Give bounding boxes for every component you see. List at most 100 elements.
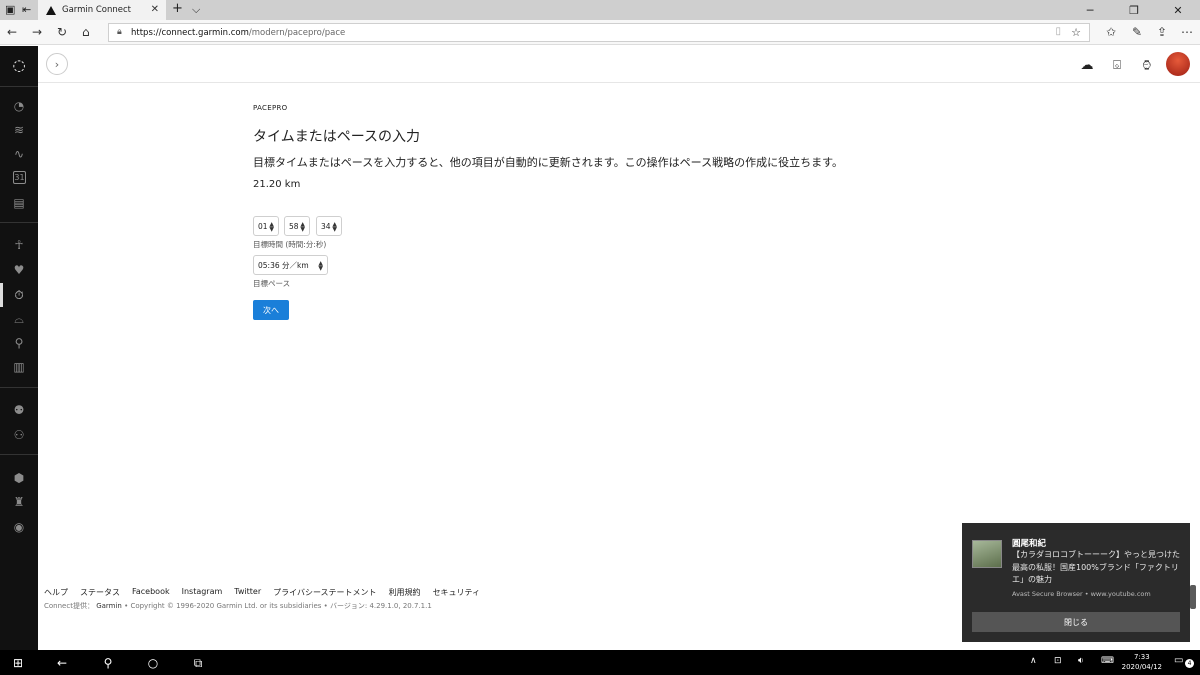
share-icon[interactable]: ⇪ [1157,25,1167,39]
layers-icon[interactable]: ≋ [11,122,27,138]
notification-message: 【カラダヨロコブトーーーク】やっと見つけた最高の私服！国産100%ブランド「ファ… [1012,550,1180,584]
toast-scroll-handle[interactable] [1190,585,1196,609]
section-eyebrow: PACEPRO [253,104,288,112]
action-center-icon[interactable]: ▭ [1174,655,1183,666]
footer-copyright: Connect提供： Garmin • Copyright © 1996-202… [44,601,432,611]
footer-link-instagram[interactable]: Instagram [182,587,223,598]
select-caret-icon: ▲ ▼ [332,221,337,233]
notification-close-button[interactable]: 閉じる [972,612,1180,632]
refresh-icon[interactable]: ↻ [57,25,67,39]
inbox-icon[interactable]: ⌺ [1108,56,1126,74]
notes-pen-icon[interactable]: ✎ [1132,25,1142,39]
search-icon[interactable]: ⚲ [100,655,116,671]
reports-icon[interactable]: ▥ [11,359,27,375]
target-pace-select[interactable]: 05:36 分／km ▲ ▼ [253,255,328,275]
target-hours-select[interactable]: 01 ▲ ▼ [253,216,279,236]
network-icon[interactable]: ⊡ [1054,656,1062,666]
taskbar-back-icon[interactable]: ← [54,655,70,671]
volume-icon[interactable]: 🔉︎ [1078,656,1084,666]
garmin-sidebar: ◌ ◔ ≋ ∿ 31 ▤ ☥ ♥ ⏱︎ ⌓ ⚲ ▥ ⚉ ⚇ ⬢ ♜ ◉ [0,46,38,650]
cortana-icon[interactable]: ○ [145,655,161,671]
new-tab-button[interactable]: + [172,2,183,16]
footer-link-privacy[interactable]: プライバシーステートメント [273,587,376,598]
close-window-button[interactable]: ✕ [1156,0,1200,20]
active-indicator [0,283,3,307]
sidebar-divider [0,222,38,223]
address-bar-row: ← → ↻ ⌂ 🔒︎ https://connect.garmin.com/mo… [0,20,1200,45]
browser-tab[interactable]: Garmin Connect ✕ [38,0,166,20]
windows-start-icon[interactable]: ⊞ [10,655,26,671]
close-tab-icon[interactable]: ✕ [151,4,159,15]
next-button[interactable]: 次へ [253,300,289,320]
set-aside-tabs-icon[interactable]: ⇤ [22,3,31,17]
forward-icon[interactable]: → [32,25,42,39]
device-icon[interactable]: ⌚︎ [1138,56,1156,74]
trophy-icon[interactable]: ♜ [11,494,27,510]
back-icon[interactable]: ← [7,25,17,39]
target-minutes-select[interactable]: 58 ▲ ▼ [284,216,310,236]
lock-icon: 🔒︎ [117,27,122,37]
task-view-icon[interactable]: ⧉ [190,655,206,671]
target-pace-label: 目標ペース [253,279,291,288]
tab-title: Garmin Connect [62,5,132,15]
footer-link-status[interactable]: ステータス [80,587,120,598]
maximize-button[interactable]: ❐ [1112,0,1156,20]
footer-links: ヘルプ ステータス Facebook Instagram Twitter プライ… [44,587,480,598]
notification-source: Avast Secure Browser • www.youtube.com [1012,590,1151,598]
dashboard-icon[interactable]: ◔ [11,98,27,114]
url-field[interactable]: 🔒︎ https://connect.garmin.com/modern/pac… [108,23,1090,42]
heart-icon[interactable]: ♥ [11,262,27,278]
select-caret-icon: ▲ ▼ [269,221,274,233]
select-caret-icon: ▲ ▼ [318,260,323,272]
sidebar-divider [0,86,38,87]
tray-chevron-icon[interactable]: ∧ [1030,656,1037,666]
news-icon[interactable]: ▤ [11,195,27,211]
footer-link-terms[interactable]: 利用規約 [389,587,421,598]
notification-toast[interactable]: 圓尾和紀 【カラダヨロコブトーーーク】やっと見つけた最高の私服！国産100%ブラ… [962,523,1190,642]
upload-icon[interactable]: ☁ [1078,56,1096,74]
expand-sidebar-button[interactable]: › [46,53,68,75]
target-seconds-select[interactable]: 34 ▲ ▼ [316,216,342,236]
app-header: › ☁ ⌺ ⌚︎ [38,46,1200,83]
select-caret-icon: ▲ ▼ [300,221,305,233]
windows-taskbar: ⊞ ← ⚲ ○ ⧉ ∧ ⊡ 🔉︎ ⌨ 7:33 2020/04/12 ▭ 4 [0,650,1200,675]
avatar[interactable] [1166,52,1190,76]
activity-icon[interactable]: ∿ [11,146,27,162]
browser-tab-bar: ▣ ⇤ Garmin Connect ✕ + ⌵ ─ ❐ ✕ [0,0,1200,20]
footer-link-twitter[interactable]: Twitter [234,587,261,598]
favorite-star-icon[interactable]: ☆ [1071,26,1081,39]
garmin-link[interactable]: Garmin [96,602,122,610]
footer-link-help[interactable]: ヘルプ [44,587,68,598]
taskbar-clock[interactable]: 7:33 2020/04/12 [1122,653,1162,672]
target-minutes-value: 58 [289,221,299,231]
target-time-label: 目標時間 (時間:分:秒) [253,240,327,249]
calendar-icon[interactable]: 31 [13,171,26,184]
garmin-logo-icon [46,5,56,15]
course-distance: 21.20 km [253,179,301,190]
challenges-icon[interactable]: ◉ [11,519,27,535]
sender-avatar [972,540,1002,568]
connections-icon[interactable]: ⚉ [11,402,27,418]
stopwatch-icon[interactable]: ⏱︎ [11,287,27,303]
badges-icon[interactable]: ⬢ [11,470,27,486]
more-icon[interactable]: ⋯ [1181,25,1193,39]
home-icon[interactable]: ⌂ [82,25,90,39]
groups-icon[interactable]: ⚇ [11,427,27,443]
powered-by-prefix: Connect提供： [44,602,94,610]
reading-view-icon[interactable]: ▯ [1055,26,1061,37]
insights-icon[interactable]: ⚲ [11,335,27,351]
footer-link-facebook[interactable]: Facebook [132,587,170,598]
keyboard-icon[interactable]: ⌨ [1101,656,1114,666]
favorites-icon[interactable]: ✩ [1106,25,1116,39]
shoe-icon[interactable]: ⌓ [11,311,27,327]
garmin-connect-logo-icon[interactable]: ◌ [11,56,27,74]
sidebar-divider [0,387,38,388]
training-icon[interactable]: ☥ [11,237,27,253]
footer-link-security[interactable]: セキュリティ [433,587,481,598]
url-host: https://connect.garmin.com [131,27,249,38]
sidebar-divider [0,454,38,455]
copyright-text: • Copyright © 1996-2020 Garmin Ltd. or i… [121,602,432,610]
tab-preview-chevron-icon[interactable]: ⌵ [192,3,200,17]
minimize-button[interactable]: ─ [1068,0,1112,20]
tab-actions-icon[interactable]: ▣ [5,3,15,17]
